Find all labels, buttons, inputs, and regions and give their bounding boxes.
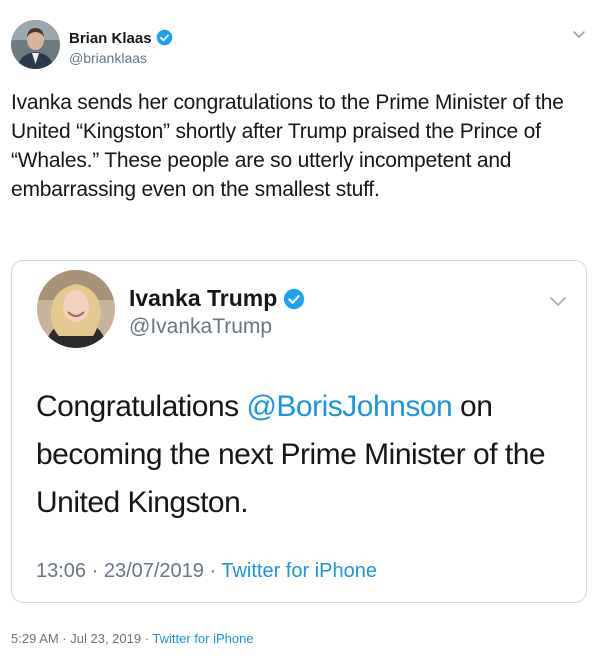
quoted-tweet-text: Congratulations @BorisJohnson on becomin… bbox=[36, 383, 576, 527]
quoted-text-start: Congratulations bbox=[36, 390, 247, 423]
meta-separator: · bbox=[141, 631, 153, 646]
meta-separator: · bbox=[203, 560, 222, 582]
quoted-source-link[interactable]: Twitter for iPhone bbox=[221, 560, 377, 582]
tweet-text: Ivanka sends her congratulations to the … bbox=[11, 91, 564, 201]
author-avatar[interactable] bbox=[11, 20, 60, 69]
tweet-meta: 5:29 AM · Jul 23, 2019 · Twitter for iPh… bbox=[11, 631, 254, 647]
mention-link[interactable]: @BorisJohnson bbox=[246, 390, 452, 423]
verified-badge-icon bbox=[156, 29, 173, 51]
chevron-down-icon[interactable] bbox=[572, 27, 586, 41]
quoted-author-name[interactable]: Ivanka Trump bbox=[129, 285, 305, 315]
author-handle[interactable]: @brianklaas bbox=[69, 49, 147, 67]
quoted-tweet-meta: 13:06 · 23/07/2019 · Twitter for iPhone bbox=[36, 558, 377, 584]
quoted-author-avatar[interactable] bbox=[37, 270, 115, 348]
tweet-timestamp[interactable]: 5:29 AM · Jul 23, 2019 bbox=[11, 631, 141, 646]
chevron-down-icon[interactable] bbox=[548, 292, 568, 310]
author-name[interactable]: Brian Klaas bbox=[69, 29, 173, 51]
verified-badge-icon bbox=[283, 288, 305, 315]
quoted-tweet-card[interactable]: Ivanka Trump @IvankaTrump Congratulation… bbox=[11, 260, 587, 603]
tweet-source-link[interactable]: Twitter for iPhone bbox=[152, 631, 253, 646]
quoted-author-name-text[interactable]: Ivanka Trump bbox=[129, 285, 277, 311]
quoted-author-handle[interactable]: @IvankaTrump bbox=[129, 314, 272, 340]
author-name-text[interactable]: Brian Klaas bbox=[69, 30, 152, 47]
quoted-timestamp[interactable]: 13:06 · 23/07/2019 bbox=[36, 560, 204, 582]
